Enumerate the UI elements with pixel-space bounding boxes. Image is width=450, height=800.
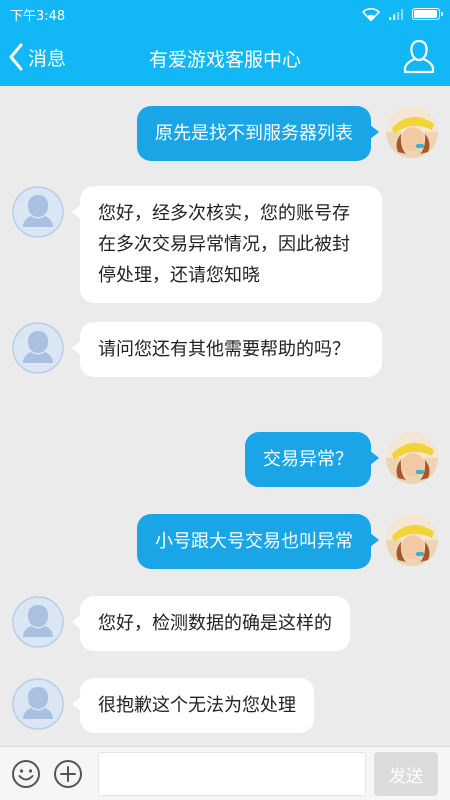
- person-outline-icon: [402, 39, 436, 80]
- battery-icon: [412, 8, 443, 20]
- smiley-icon: [11, 760, 41, 793]
- signal-icon: [388, 8, 404, 20]
- page-title: 有爱游戏客服中心: [148, 49, 301, 71]
- message-bubble-sent[interactable]: 原先是找不到服务器列表: [137, 106, 379, 161]
- input-bar: 发送: [0, 746, 450, 800]
- agent-avatar[interactable]: [12, 186, 64, 238]
- send-button[interactable]: 发送: [374, 752, 438, 796]
- message-bubble-sent[interactable]: 小号跟大号交易也叫异常: [137, 514, 379, 569]
- message-bubble-received[interactable]: 很抱歉这个无法为您处理: [72, 678, 314, 733]
- bubble-tail: [72, 614, 82, 630]
- battery-fill: [414, 10, 437, 18]
- message-text: 您好，检测数据的确是这样的: [98, 613, 332, 634]
- message-bubble-received[interactable]: 请问您还有其他需要帮助的吗？: [72, 322, 382, 377]
- emoji-button[interactable]: [11, 759, 41, 789]
- message-input[interactable]: [98, 752, 366, 796]
- message-list[interactable]: 原先是找不到服务器列表 您好，经多次核实，您的账号存在多次交易异常情况，因此被封…: [0, 86, 450, 746]
- status-bar: 下午3:48: [0, 0, 450, 28]
- user-avatar[interactable]: [386, 514, 438, 566]
- bubble-tail: [72, 696, 82, 712]
- plus-circle-icon: [53, 760, 83, 793]
- bubble-tail: [72, 340, 82, 356]
- title-bar: 下午3:48 消息 有爱游戏客服中心: [0, 0, 450, 86]
- more-options-button[interactable]: [53, 759, 83, 789]
- user-avatar[interactable]: [386, 106, 438, 158]
- message-bubble-sent[interactable]: 交易异常？: [245, 432, 379, 487]
- bubble-tail: [369, 532, 379, 548]
- message-text: 您好，经多次核实，您的账号存在多次交易异常情况，因此被封停处理，还请您知晓: [98, 203, 350, 286]
- message-bubble-received[interactable]: 您好，检测数据的确是这样的: [72, 596, 350, 651]
- navigation-bar: 消息 有爱游戏客服中心: [0, 28, 450, 86]
- message-text: 小号跟大号交易也叫异常: [155, 531, 353, 552]
- message-text: 很抱歉这个无法为您处理: [98, 695, 296, 716]
- message-text: 原先是找不到服务器列表: [155, 123, 353, 144]
- bubble-tail: [369, 124, 379, 140]
- agent-avatar[interactable]: [12, 596, 64, 648]
- agent-avatar[interactable]: [12, 678, 64, 730]
- bubble-tail: [369, 450, 379, 466]
- user-avatar[interactable]: [386, 432, 438, 484]
- contact-profile-button[interactable]: [402, 38, 436, 76]
- wifi-icon: [362, 7, 380, 21]
- agent-avatar[interactable]: [12, 322, 64, 374]
- status-time: 下午3:48: [10, 8, 66, 24]
- message-bubble-received[interactable]: 您好，经多次核实，您的账号存在多次交易异常情况，因此被封停处理，还请您知晓: [72, 186, 382, 303]
- status-icons: [362, 7, 443, 21]
- message-text: 请问您还有其他需要帮助的吗？: [98, 339, 350, 360]
- message-text: 交易异常？: [263, 449, 353, 470]
- bubble-tail: [72, 204, 82, 220]
